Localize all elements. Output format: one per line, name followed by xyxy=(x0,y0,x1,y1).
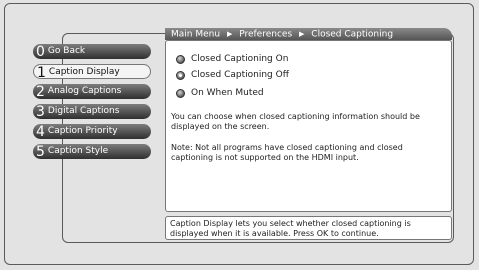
chevron-right-icon: ▶ xyxy=(299,30,305,38)
option-on-when-muted[interactable]: On When Muted xyxy=(176,88,264,98)
menu-item-number: 0 xyxy=(36,43,45,60)
option-label: Closed Captioning On xyxy=(191,54,289,64)
menu-item-label: Caption Style xyxy=(47,146,109,156)
option-label: Closed Captioning Off xyxy=(191,70,289,80)
option-closed-captioning-on[interactable]: Closed Captioning On xyxy=(176,54,288,64)
description-text: You can choose when closed captioning in… xyxy=(171,112,420,131)
help-text: Caption Display lets you select whether … xyxy=(170,219,411,238)
caption-display-panel: Closed Captioning On Closed Captioning O… xyxy=(165,40,452,212)
option-closed-captioning-off[interactable]: Closed Captioning Off xyxy=(176,70,289,80)
option-label: On When Muted xyxy=(191,88,264,98)
breadcrumb-main-menu[interactable]: Main Menu xyxy=(171,30,220,40)
menu-item-caption-style[interactable]: 5 Caption Style xyxy=(33,144,151,159)
breadcrumb-closed-captioning: Closed Captioning xyxy=(311,29,394,40)
menu-item-number: 4 xyxy=(36,123,45,140)
menu-item-caption-display[interactable]: 1 Caption Display xyxy=(33,64,151,81)
side-menu: 0 Go Back 1 Caption Display 2 Analog Captio… xyxy=(33,44,151,164)
menu-item-label: Caption Priority xyxy=(47,126,118,136)
menu-item-go-back[interactable]: 0 Go Back xyxy=(33,44,151,59)
menu-item-number: 5 xyxy=(36,143,45,160)
help-text-box: Caption Display lets you select whether … xyxy=(165,216,452,240)
menu-item-digital-captions[interactable]: 3 Digital Captions xyxy=(33,104,151,119)
menu-item-label: Digital Captions xyxy=(47,106,120,116)
menu-item-number: 3 xyxy=(36,103,45,120)
note-text: Note: Not all programs have closed capti… xyxy=(171,143,403,162)
menu-item-label: Analog Captions xyxy=(47,86,122,96)
chevron-right-icon: ▶ xyxy=(226,30,233,38)
radio-unchecked-icon xyxy=(176,88,185,98)
breadcrumb: Main Menu ▶ Preferences ▶ Closed Caption… xyxy=(165,28,452,40)
menu-item-number: 1 xyxy=(37,64,46,81)
tv-menu-screen: Main Menu ▶ Preferences ▶ Closed Caption… xyxy=(0,0,479,270)
radio-checked-icon xyxy=(176,70,185,80)
menu-item-label: Caption Display xyxy=(48,67,120,77)
breadcrumb-preferences[interactable]: Preferences xyxy=(239,30,292,40)
radio-unchecked-icon xyxy=(176,54,185,64)
menu-item-label: Go Back xyxy=(47,46,86,56)
menu-item-number: 2 xyxy=(36,83,45,100)
menu-item-caption-priority[interactable]: 4 Caption Priority xyxy=(33,124,151,139)
menu-item-analog-captions[interactable]: 2 Analog Captions xyxy=(33,84,151,99)
